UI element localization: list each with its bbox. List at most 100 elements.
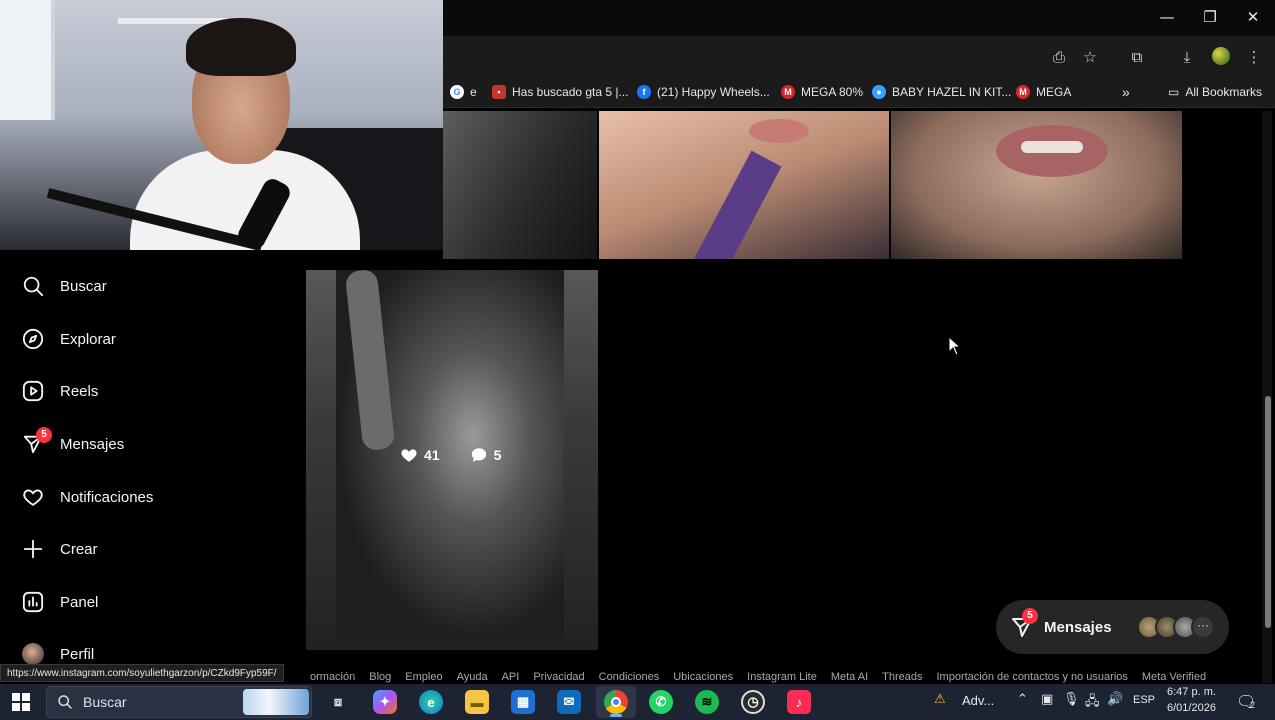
bookmark-label: (21) Happy Wheels... <box>657 85 770 99</box>
google-icon: G <box>450 85 464 99</box>
facebook-icon: f <box>637 85 651 99</box>
sidebar-item-perfil[interactable]: Perfil <box>22 642 94 666</box>
chevron-up-icon[interactable]: ⌃ <box>1017 692 1028 707</box>
footer-link[interactable]: API <box>502 671 520 683</box>
mail-icon[interactable]: ✉ <box>557 690 581 714</box>
bookmark-item[interactable]: f (21) Happy Wheels... <box>637 83 770 101</box>
bookmark-star-icon[interactable]: ☆ <box>1079 46 1101 68</box>
bookmark-item[interactable]: ● BABY HAZEL IN KIT... <box>872 83 1011 101</box>
chrome-icon[interactable] <box>604 690 628 714</box>
bookmark-label: Has buscado gta 5 |... <box>512 85 629 99</box>
photo-detail <box>690 150 782 259</box>
photo-detail <box>1021 141 1083 153</box>
edge-icon[interactable]: e <box>419 690 443 714</box>
extensions-icon[interactable]: ⧉ <box>1126 46 1148 68</box>
copilot-icon[interactable]: ✦ <box>373 690 397 714</box>
footer-link[interactable]: Threads <box>882 671 922 683</box>
download-icon[interactable]: ⤓ <box>1176 46 1198 68</box>
all-bookmarks-button[interactable]: ▭ All Bookmarks <box>1168 83 1262 101</box>
webcam-overlay <box>0 0 443 250</box>
sidebar-item-crear[interactable]: Crear <box>22 537 98 561</box>
footer-link[interactable]: Importación de contactos y no usuarios <box>937 671 1128 683</box>
footer-link[interactable]: ormación <box>310 671 355 683</box>
warning-icon[interactable]: ⚠ <box>934 692 946 707</box>
clock-time[interactable]: 6:47 p. m. <box>1167 686 1216 698</box>
recorder-icon[interactable]: ◷ <box>741 690 765 714</box>
sidebar-item-buscar[interactable]: Buscar <box>22 274 107 298</box>
tray-alert-label[interactable]: Adv... <box>962 693 994 708</box>
sidebar-item-mensajes[interactable]: 5 Mensajes <box>22 427 124 456</box>
link-status-bar: https://www.instagram.com/soyuliethgarzo… <box>0 664 284 682</box>
all-bookmarks-label: All Bookmarks <box>1185 85 1263 99</box>
close-button[interactable]: ✕ <box>1240 6 1266 28</box>
bookmark-item[interactable]: ▪ Has buscado gta 5 |... <box>492 83 629 101</box>
more-icon: ··· <box>1191 615 1215 639</box>
install-app-icon[interactable]: ⎙ <box>1048 46 1070 68</box>
site-icon: ▪ <box>492 85 506 99</box>
search-icon <box>58 695 72 709</box>
bookmark-label: e <box>470 85 477 99</box>
notification-count: 2 <box>1250 700 1256 710</box>
conversation-avatars: ··· <box>1137 615 1215 639</box>
mega-icon: M <box>1016 85 1030 99</box>
windows-start-icon[interactable] <box>12 693 30 711</box>
compass-icon <box>22 328 44 350</box>
file-explorer-icon[interactable]: ▬ <box>465 690 489 714</box>
profile-avatar[interactable] <box>1212 47 1230 65</box>
task-view-icon[interactable]: ⧈ <box>326 690 350 714</box>
sidebar-item-panel[interactable]: Panel <box>22 590 98 614</box>
mouse-cursor-icon <box>948 336 962 356</box>
sidebar-item-explorar[interactable]: Explorar <box>22 327 116 351</box>
search-placeholder: Buscar <box>83 694 127 710</box>
bookmark-label: BABY HAZEL IN KIT... <box>892 85 1012 99</box>
bookmark-item[interactable]: M MEGA <box>1016 83 1071 101</box>
bookmark-label: MEGA <box>1036 85 1072 99</box>
footer-link[interactable]: Blog <box>369 671 391 683</box>
more-bookmarks-chevron-icon[interactable]: » <box>1122 83 1130 101</box>
footer-link[interactable]: Empleo <box>405 671 442 683</box>
bookmark-item[interactable]: M MEGA 80% <box>781 83 863 101</box>
folder-icon: ▭ <box>1168 85 1180 99</box>
messages-floating-button[interactable]: 5 Mensajes ··· <box>996 600 1229 654</box>
whatsapp-icon[interactable]: ✆ <box>649 690 673 714</box>
network-icon[interactable]: 🖧 <box>1085 692 1100 714</box>
sidebar-item-label: Crear <box>60 540 98 558</box>
sidebar-item-notificaciones[interactable]: Notificaciones <box>22 485 153 509</box>
footer-link[interactable]: Ayuda <box>457 671 488 683</box>
minimize-button[interactable]: — <box>1154 6 1180 28</box>
footer-link[interactable]: Meta AI <box>831 671 868 683</box>
tiktok-icon[interactable]: ♪ <box>787 690 811 714</box>
likes-stat: 41 <box>400 446 440 464</box>
footer-link[interactable]: Ubicaciones <box>673 671 733 683</box>
footer-link[interactable]: Meta Verified <box>1142 671 1206 683</box>
taskbar-search[interactable]: Buscar <box>46 686 312 718</box>
post-thumbnail[interactable] <box>599 111 889 259</box>
language-indicator[interactable]: ESP <box>1133 694 1155 706</box>
microphone-icon[interactable]: 🎙 <box>1063 692 1080 707</box>
footer-link[interactable]: Instagram Lite <box>747 671 817 683</box>
volume-icon[interactable]: 🔊 <box>1107 692 1123 707</box>
footer-link[interactable]: Condiciones <box>599 671 660 683</box>
bookmark-item[interactable]: G e <box>450 83 477 101</box>
comments-stat: 5 <box>470 446 501 464</box>
menu-kebab-icon[interactable]: ⋮ <box>1243 46 1265 68</box>
post-thumbnail[interactable] <box>891 111 1182 259</box>
sidebar-item-label: Buscar <box>60 277 107 295</box>
globe-icon: ● <box>872 85 886 99</box>
footer-link[interactable]: Privacidad <box>533 671 584 683</box>
spotify-icon[interactable]: ≋ <box>695 690 719 714</box>
sidebar-item-reels[interactable]: Reels <box>22 379 98 403</box>
plus-icon <box>22 538 44 560</box>
meet-now-icon[interactable]: ▣ <box>1041 692 1053 707</box>
avatar <box>22 643 44 665</box>
page-scrollbar-thumb[interactable] <box>1265 396 1271 628</box>
sidebar-item-label: Perfil <box>60 645 95 663</box>
chart-icon <box>22 591 44 613</box>
footer-links: ormación Blog Empleo Ayuda API Privacida… <box>310 671 1206 683</box>
clock-date[interactable]: 6/01/2026 <box>1167 702 1216 714</box>
reels-icon <box>22 380 44 402</box>
store-icon[interactable]: ▦ <box>511 690 535 714</box>
webcam-detail <box>186 18 296 76</box>
restore-button[interactable]: ❐ <box>1197 6 1223 28</box>
post-thumbnail[interactable] <box>443 111 597 259</box>
